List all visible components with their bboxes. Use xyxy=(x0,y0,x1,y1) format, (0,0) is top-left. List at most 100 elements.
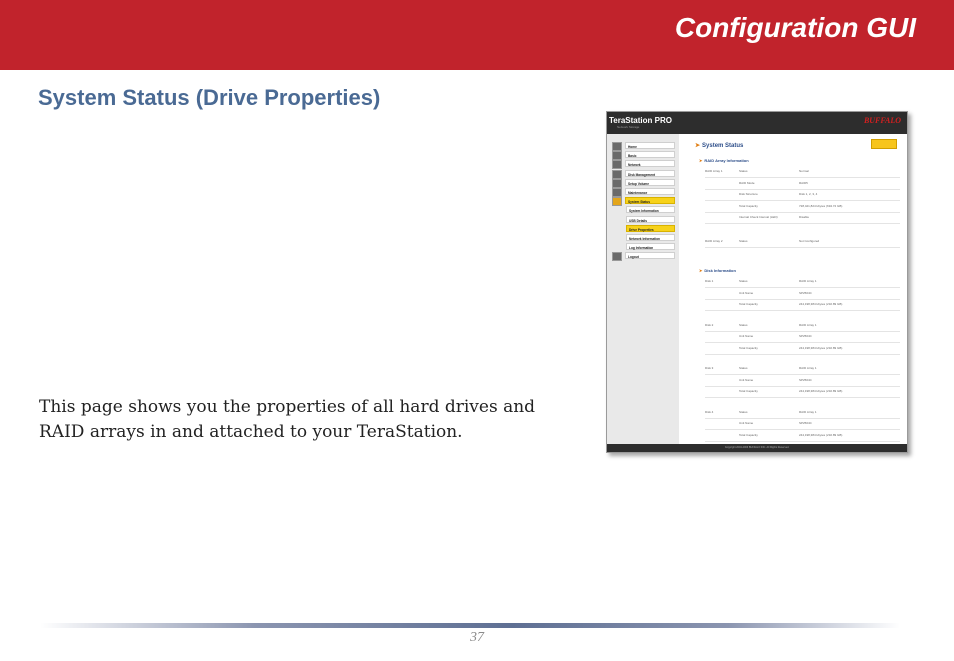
sidebar-item: Network xyxy=(612,160,676,170)
nav-label: Network xyxy=(625,160,675,168)
table-cell: SP2504C xyxy=(799,377,812,382)
table-cell: RAID Array 1 xyxy=(799,366,817,370)
sidebar-item: System Status xyxy=(612,197,676,207)
table-cell: Unit Name xyxy=(739,290,754,295)
nav-label: Setup Volume xyxy=(625,178,675,186)
sidebar-item: Network Information xyxy=(612,234,676,242)
nav-icon xyxy=(612,188,622,197)
nav-label: Home xyxy=(625,142,675,149)
table-row: Total Capacity 244,198,384 kbytes (232.89… xyxy=(705,430,900,442)
sidebar-item: USB Details xyxy=(612,215,676,224)
sidebar-item: Setup Volume xyxy=(612,178,676,188)
sidebar-item: Basic xyxy=(612,151,676,161)
table-cell: Total Capacity xyxy=(739,203,758,208)
table-cell: SP2504C xyxy=(799,334,812,338)
nav-label: System Information xyxy=(626,206,675,214)
sidebar-item: Maintenance xyxy=(612,188,676,197)
nav-icon xyxy=(612,142,622,151)
table-cell: RAID Array 1 xyxy=(799,322,817,327)
nav-label: Log Information xyxy=(626,243,675,251)
nav-icon xyxy=(612,178,622,188)
nav-label: Maintenance xyxy=(625,188,675,195)
table-cell: Disk 3 xyxy=(705,366,714,370)
table-cell: Status xyxy=(739,322,748,327)
table-cell: RAID Array 2 xyxy=(705,238,723,243)
screenshot-footer: Copyright 2004-2006 BUFFALO INC. All Rig… xyxy=(607,444,907,452)
table-row: Total Capacity 244,198,384 kbytes (232.89… xyxy=(705,386,900,398)
sidebar-item: Disk Management xyxy=(612,169,676,179)
table-row: Disk Structure Disk 1, 2, 3, 4 xyxy=(705,189,900,201)
table-cell: RAID Mode xyxy=(739,180,755,185)
table-cell: SP2504C xyxy=(799,421,812,425)
arrow-icon: ➤ xyxy=(695,143,701,149)
table-cell: Total Capacity xyxy=(739,389,758,393)
table-row: Unit Name SP2504C xyxy=(705,418,900,430)
table-cell: Not Configured xyxy=(799,238,820,243)
table-row: Disk 1 Status RAID Array 1 xyxy=(705,276,900,288)
product-name: TeraStation PRO xyxy=(609,116,672,125)
body-paragraph: This page shows you the properties of al… xyxy=(39,397,536,442)
screenshot-sidebar: Home Basic Network Disk Management Setup Vol… xyxy=(607,134,679,444)
screenshot-header: TeraStation PRO Network Storage BUFFALO xyxy=(607,112,907,134)
table-cell: RAID Array 1 xyxy=(799,279,817,283)
table-cell: Unit Name xyxy=(739,334,754,338)
table-row: Internal Check Interval (LED) Disable xyxy=(705,212,900,224)
arrow-icon: ➤ xyxy=(699,268,703,273)
table-row: RAID Mode RAID5 xyxy=(705,178,900,190)
table-cell: Status xyxy=(739,238,748,243)
nav-label: Drive Properties xyxy=(626,224,675,232)
nav-label: System Status xyxy=(625,197,675,205)
nav-icon xyxy=(612,252,622,262)
footer-rule xyxy=(40,623,900,628)
nav-icon xyxy=(612,160,622,170)
raid-info-title: ➤ RAID Array Information xyxy=(699,158,749,163)
sidebar-item: Drive Properties xyxy=(612,224,676,233)
sidebar-item: Log Information xyxy=(612,243,676,251)
sidebar-item: Logout xyxy=(612,252,676,262)
table-cell: Status xyxy=(739,409,748,414)
nav-icon xyxy=(612,197,622,207)
sidebar-item: System Information xyxy=(612,206,676,214)
nav-icon xyxy=(612,151,622,161)
section-heading: System Status (Drive Properties) xyxy=(38,85,381,110)
table-row: Total Capacity 244,198,384 kbytes (232.89… xyxy=(705,299,900,311)
nav-icon xyxy=(612,169,622,179)
table-cell: Unit Name xyxy=(739,377,754,382)
buffalo-logo: BUFFALO xyxy=(863,116,901,125)
table-cell: Status xyxy=(739,279,748,283)
table-cell: Disk 1, 2, 3, 4 xyxy=(799,192,818,196)
table-cell: RAID5 xyxy=(799,180,808,185)
nav-label: Basic xyxy=(625,151,675,159)
main-title: ➤ System Status xyxy=(695,143,744,149)
table-cell: Disk 1 xyxy=(705,279,714,283)
sidebar-item: Home xyxy=(612,142,676,151)
table-cell: Total Capacity xyxy=(739,302,758,306)
table-cell: Disk 2 xyxy=(705,322,714,327)
table-row: Disk 4 Status RAID Array 1 xyxy=(705,407,900,419)
table-cell: 244,198,384 kbytes (232.89 GB) xyxy=(799,432,843,437)
table-cell: RAID Array 1 xyxy=(799,409,817,414)
table-row: Total Capacity 244,198,384 kbytes (232.89… xyxy=(705,343,900,355)
page-number: 37 xyxy=(470,630,484,645)
table-cell: 244,198,384 kbytes (232.89 GB) xyxy=(799,389,843,393)
table-cell: Status xyxy=(739,366,748,370)
table-cell: Internal Check Interval (LED) xyxy=(739,215,778,219)
screenshot-main: ➤ System Status ➤ RAID Array Information R… xyxy=(679,134,907,444)
table-cell: Total Capacity xyxy=(739,345,758,350)
table-row: RAID Array 2 Status Not Configured xyxy=(705,236,900,248)
table-cell: Disable xyxy=(799,215,810,219)
table-cell: Disk Structure xyxy=(739,192,758,196)
table-cell: SP2504C xyxy=(799,290,812,295)
table-cell: Unit Name xyxy=(739,421,754,425)
table-row: Unit Name SP2504C xyxy=(705,331,900,343)
table-cell: Total Capacity xyxy=(739,432,758,437)
table-cell: 244,198,384 kbytes (232.89 GB) xyxy=(799,302,843,306)
nav-label: Logout xyxy=(625,252,675,260)
table-cell: Normal xyxy=(799,169,809,173)
table-row: Unit Name SP2504C xyxy=(705,288,900,300)
screenshot-thumbnail: TeraStation PRO Network Storage BUFFALO … xyxy=(606,111,908,453)
table-cell: RAID Array 1 xyxy=(705,169,723,173)
table-row: Disk 2 Status RAID Array 1 xyxy=(705,320,900,332)
table-cell: Status xyxy=(739,169,748,173)
table-row: Unit Name SP2504C xyxy=(705,375,900,387)
